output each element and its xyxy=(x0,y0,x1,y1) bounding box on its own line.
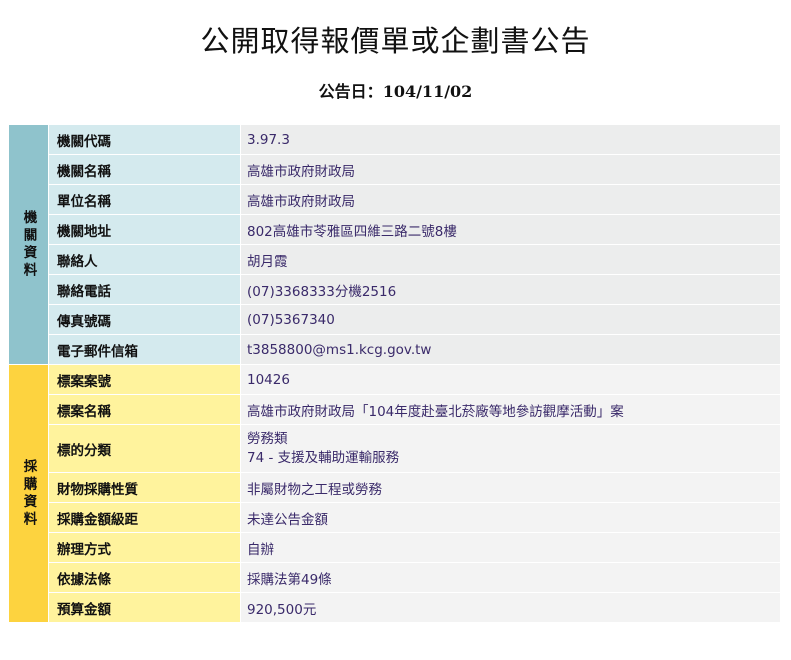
table-row: 單位名稱 高雄市政府財政局 xyxy=(9,184,781,215)
table-row: 聯絡電話 (07)3368333分機2516 xyxy=(9,274,781,305)
table-row: 機關名稱 高雄市政府財政局 xyxy=(9,154,781,185)
agency-section-label: 機關資料 xyxy=(8,124,49,365)
row-value: 3.97.3 xyxy=(240,124,781,155)
row-value: 802高雄市苓雅區四維三路二號8樓 xyxy=(240,214,781,245)
category-line-1: 勞務類 xyxy=(247,430,288,447)
table-row: 採購資料 標案案號 10426 xyxy=(8,364,781,623)
table-row: 預算金額 920,500元 xyxy=(9,592,781,623)
row-label: 財物採購性質 xyxy=(48,472,241,503)
row-value: 胡月霞 xyxy=(240,244,781,275)
announcement-date: 公告日：104/11/02 xyxy=(0,78,791,102)
row-label: 機關代碼 xyxy=(48,124,241,155)
row-value: (07)3368333分機2516 xyxy=(240,274,781,305)
date-label: 公告日： xyxy=(318,82,383,101)
row-label: 聯絡人 xyxy=(48,244,241,275)
table-row: 標的分類 勞務類 74 - 支援及輔助運輸服務 xyxy=(9,424,781,473)
row-label: 機關名稱 xyxy=(48,154,241,185)
table-row: 電子郵件信箱 t3858800@ms1.kcg.gov.tw xyxy=(9,334,781,365)
row-value: t3858800@ms1.kcg.gov.tw xyxy=(240,334,781,365)
table-row: 依據法條 採購法第49條 xyxy=(9,562,781,593)
table-row: 採購金額級距 未達公告金額 xyxy=(9,502,781,533)
row-value: 自辦 xyxy=(240,532,781,563)
row-label: 聯絡電話 xyxy=(48,274,241,305)
row-label: 標的分類 xyxy=(48,424,241,473)
row-value: 採購法第49條 xyxy=(240,562,781,593)
row-value: 高雄市政府財政局 xyxy=(240,184,781,215)
row-label: 辦理方式 xyxy=(48,532,241,563)
row-label: 預算金額 xyxy=(48,592,241,623)
row-value: 未達公告金額 xyxy=(240,502,781,533)
row-value: 高雄市政府財政局 xyxy=(240,154,781,185)
row-label: 傳真號碼 xyxy=(48,304,241,335)
table-row: 辦理方式 自辦 xyxy=(9,532,781,563)
row-label: 標案案號 xyxy=(48,364,241,395)
page-title: 公開取得報價單或企劃書公告 xyxy=(200,24,591,58)
row-label: 機關地址 xyxy=(48,214,241,245)
table-row: 財物採購性質 非屬財物之工程或勞務 xyxy=(9,472,781,503)
row-value: (07)5367340 xyxy=(240,304,781,335)
row-label: 標案名稱 xyxy=(48,394,241,425)
table-row: 標案名稱 高雄市政府財政局「104年度赴臺北菸廠等地參訪觀摩活動」案 xyxy=(9,394,781,425)
row-label: 採購金額級距 xyxy=(48,502,241,533)
row-label: 依據法條 xyxy=(48,562,241,593)
category-line-2: 74 - 支援及輔助運輸服務 xyxy=(247,449,400,466)
row-value: 非屬財物之工程或勞務 xyxy=(240,472,781,503)
table-row: 機關資料 機關代碼 3.97.3 xyxy=(8,124,781,365)
row-label: 單位名稱 xyxy=(48,184,241,215)
row-value: 高雄市政府財政局「104年度赴臺北菸廠等地參訪觀摩活動」案 xyxy=(240,394,781,425)
procurement-section-label: 採購資料 xyxy=(8,364,49,623)
row-value: 勞務類 74 - 支援及輔助運輸服務 xyxy=(240,424,781,473)
row-label: 電子郵件信箱 xyxy=(48,334,241,365)
table-row: 傳真號碼 (07)5367340 xyxy=(9,304,781,335)
announcement-table: 機關資料 機關代碼 3.97.3 機關名稱 高雄市政府財政局 單位名稱 高雄市政… xyxy=(8,124,781,623)
table-row: 聯絡人 胡月霞 xyxy=(9,244,781,275)
row-value: 10426 xyxy=(240,364,781,395)
table-row: 機關地址 802高雄市苓雅區四維三路二號8樓 xyxy=(9,214,781,245)
row-value: 920,500元 xyxy=(240,592,781,623)
date-value: 104/11/02 xyxy=(382,82,473,101)
